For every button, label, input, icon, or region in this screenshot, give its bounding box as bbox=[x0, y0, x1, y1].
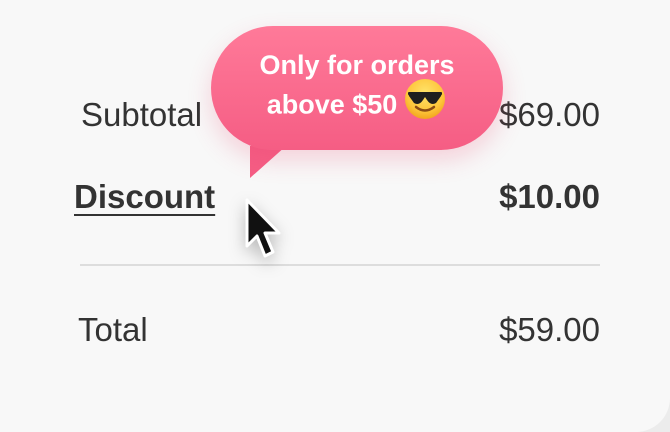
subtotal-label: Subtotal bbox=[81, 96, 203, 133]
tooltip-line-2: above $50 bbox=[211, 78, 503, 130]
mouse-pointer-icon bbox=[243, 198, 283, 267]
discount-tooltip: Only for orders above $50 bbox=[211, 26, 503, 150]
smiling-face-with-sunglasses-icon bbox=[403, 77, 447, 130]
order-summary-card: Subtotal $69.00 Discount $10.00 Total $5… bbox=[0, 0, 670, 432]
discount-row: Discount $10.00 bbox=[74, 178, 600, 216]
discount-value: $10.00 bbox=[499, 178, 600, 215]
subtotal-value: $69.00 bbox=[499, 96, 600, 133]
total-row: Total $59.00 bbox=[78, 311, 600, 349]
total-label: Total bbox=[78, 311, 148, 348]
tooltip-line-1: Only for orders bbox=[259, 49, 455, 80]
divider bbox=[80, 264, 600, 266]
discount-label[interactable]: Discount bbox=[74, 178, 215, 216]
tooltip-line-2-text: above $50 bbox=[266, 89, 398, 120]
total-value: $59.00 bbox=[499, 311, 600, 348]
tooltip-tail bbox=[250, 146, 286, 178]
